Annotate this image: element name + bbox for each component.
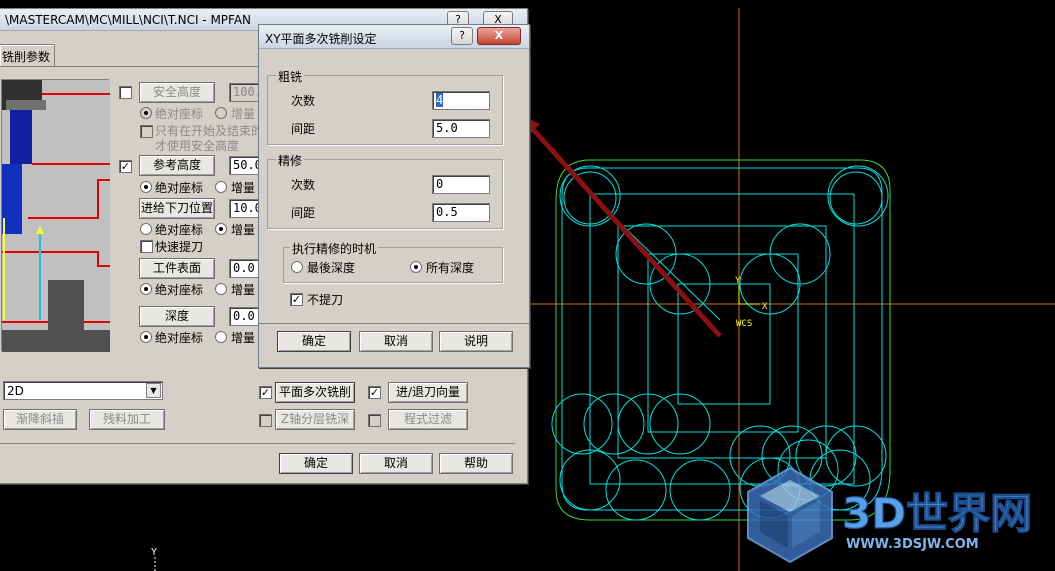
all-depths-label: 所有深度 (426, 261, 475, 275)
rapid-retract-label: 快速提刀 (155, 240, 204, 254)
ramp-button[interactable]: 渐降斜插 (3, 409, 77, 430)
feed-plane-button[interactable]: 进给下刀位置 (139, 198, 215, 219)
compensation-value: 2D (7, 384, 24, 398)
roughing-count-label: 次数 (291, 94, 316, 108)
safe-inc-label: 增量 (231, 107, 256, 121)
all-depths-radio[interactable] (410, 261, 422, 273)
safe-abs-label: 绝对座标 (155, 107, 204, 121)
xy-multipass-dialog: XY平面多次铣削设定 ? X 粗铣 次数 4 间距 5.0 精修 次数 0 间距… (258, 24, 530, 368)
ref-height-checkbox[interactable]: ✓ (119, 160, 132, 173)
ref-inc-label: 增量 (231, 181, 256, 195)
feed-inc-label: 增量 (231, 223, 256, 237)
main-ok-button[interactable]: 确定 (279, 453, 353, 474)
feed-inc-radio[interactable] (215, 223, 227, 235)
ref-height-button[interactable]: 参考高度 (139, 155, 215, 176)
finishing-group-label: 精修 (276, 152, 305, 169)
top-stock-button[interactable]: 工件表面 (139, 258, 215, 279)
boundary-contour (555, 159, 891, 521)
tool-diagram-icon (2, 80, 110, 352)
depth-illustration (1, 79, 110, 352)
depth-button[interactable]: 深度 (139, 306, 215, 327)
keep-tool-down-checkbox[interactable]: ✓ (290, 293, 303, 306)
roughing-spacing-label: 间距 (291, 122, 316, 136)
watermark-url: WWW.3DSJW.COM (846, 537, 979, 552)
rapid-retract-checkbox[interactable] (140, 240, 153, 253)
toolpath-group (551, 165, 889, 521)
feed-abs-radio[interactable] (140, 223, 152, 235)
chevron-down-icon[interactable]: ▼ (146, 383, 161, 398)
annotation-arrow (507, 108, 722, 338)
safe-abs-radio[interactable] (140, 107, 152, 119)
watermark-logo-icon (747, 466, 833, 564)
wcs-label: WCS (736, 319, 752, 329)
ref-inc-radio[interactable] (215, 181, 227, 193)
wcs-x-label: X (762, 302, 768, 312)
remachine-button[interactable]: 残料加工 (89, 409, 165, 430)
only-start-end-checkbox[interactable] (140, 125, 153, 138)
finishing-count-input[interactable]: 0 (432, 175, 490, 194)
compensation-select[interactable]: 2D ▼ (3, 381, 163, 400)
feed-abs-label: 绝对座标 (155, 223, 204, 237)
finishing-spacing-input[interactable]: 0.5 (432, 203, 490, 222)
xy-ok-button[interactable]: 确定 (277, 331, 351, 352)
main-dialog-title: \MASTERCAM\MC\MILL\NCI\T.NCI - MPFAN (5, 13, 252, 27)
xy-dialog-titlebar[interactable]: XY平面多次铣削设定 ? X (259, 25, 529, 49)
watermark-brand: 3D世界网 (842, 489, 1032, 538)
tab-label: 铣削参数 (2, 50, 51, 64)
top-abs-label: 绝对座标 (155, 283, 204, 297)
ref-abs-radio[interactable] (140, 181, 152, 193)
depth-abs-radio[interactable] (140, 331, 152, 343)
finish-timing-label: 执行精修的时机 (290, 240, 379, 257)
ref-abs-label: 绝对座标 (155, 181, 204, 195)
safe-height-button[interactable]: 安全高度 (139, 82, 215, 103)
top-abs-radio[interactable] (140, 283, 152, 295)
filter-checkbox[interactable] (368, 414, 381, 427)
roughing-group-label: 粗铣 (276, 68, 305, 85)
lead-in-out-button[interactable]: 进/退刀向量 (388, 382, 468, 403)
safe-inc-radio[interactable] (215, 107, 227, 119)
main-cancel-button[interactable]: 取消 (359, 453, 433, 474)
top-inc-label: 增量 (231, 283, 256, 297)
roughing-count-input[interactable]: 4 (432, 91, 490, 110)
depth-cuts-button[interactable]: Z轴分层铣深 (275, 409, 355, 430)
finishing-spacing-label: 间距 (291, 206, 316, 220)
final-depth-radio[interactable] (291, 261, 303, 273)
multipass-xy-button[interactable]: 平面多次铣削 (275, 382, 355, 403)
final-depth-label: 最後深度 (307, 261, 356, 275)
xy-help-button[interactable]: 说明 (439, 331, 513, 352)
only-start-end-label-2: 才使用安全高度 (155, 139, 240, 153)
lead-in-out-checkbox[interactable]: ✓ (368, 386, 381, 399)
filter-button[interactable]: 程式过滤 (388, 409, 468, 430)
roughing-count-value: 4 (436, 93, 444, 107)
xy-help-icon[interactable]: ? (451, 27, 473, 45)
depth-inc-radio[interactable] (215, 331, 227, 343)
main-help-button[interactable]: 帮助 (439, 453, 513, 474)
wcs-y-label: Y (735, 276, 741, 286)
toolpath-pass-1 (561, 167, 883, 511)
axis-label-bottom: Y (151, 547, 157, 558)
xy-cancel-button[interactable]: 取消 (359, 331, 433, 352)
top-inc-radio[interactable] (215, 283, 227, 295)
keep-tool-down-label: 不提刀 (307, 293, 344, 307)
depth-inc-label: 增量 (231, 331, 256, 345)
xy-close-icon[interactable]: X (477, 27, 521, 45)
xy-dialog-title: XY平面多次铣削设定 (265, 32, 377, 46)
depth-cuts-checkbox[interactable] (259, 414, 272, 427)
tab-milling-params[interactable]: 铣削参数 (0, 44, 55, 66)
finishing-count-label: 次数 (291, 178, 316, 192)
roughing-spacing-input[interactable]: 5.0 (432, 119, 490, 138)
safe-height-checkbox[interactable] (119, 86, 132, 99)
multipass-checkbox[interactable]: ✓ (259, 386, 272, 399)
depth-abs-label: 绝对座标 (155, 331, 204, 345)
